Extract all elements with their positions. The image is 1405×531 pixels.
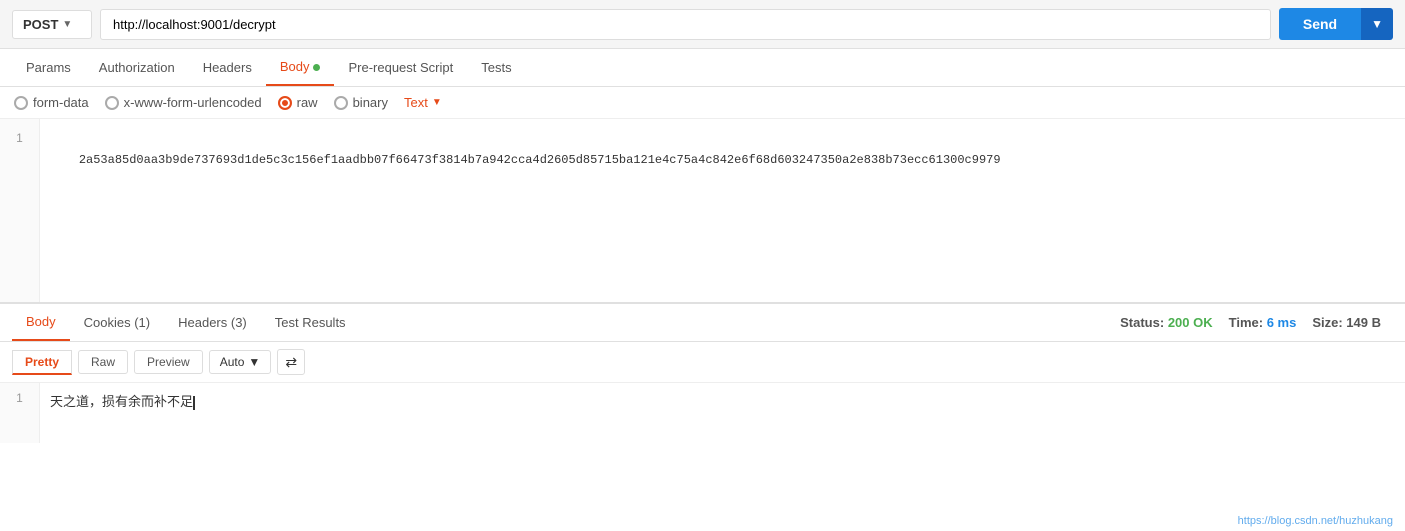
option-x-www-form-urlencoded[interactable]: x-www-form-urlencoded [105, 95, 262, 110]
response-toolbar: Pretty Raw Preview Auto ▼ ⇄ [0, 342, 1405, 383]
tab-body[interactable]: Body [266, 49, 335, 86]
watermark: https://blog.csdn.net/huzhukang [1238, 515, 1393, 527]
request-line-numbers: 1 [0, 119, 40, 302]
request-body-line1: 2a53a85d0aa3b9de737693d1de5c3c156ef1aadb… [79, 153, 1001, 167]
time-value: 6 ms [1267, 315, 1297, 330]
send-btn-group: Send ▼ [1279, 8, 1393, 40]
method-chevron-icon: ▼ [62, 19, 72, 30]
tab-params[interactable]: Params [12, 50, 85, 85]
option-form-data[interactable]: form-data [14, 95, 89, 110]
response-tabs-bar: Body Cookies (1) Headers (3) Test Result… [0, 304, 1405, 342]
resp-tab-headers[interactable]: Headers (3) [164, 305, 261, 340]
response-body-line1: 天之道，损有余而补不足 [50, 395, 193, 410]
time-label: Time: 6 ms [1229, 315, 1297, 330]
resp-line-num-1: 1 [0, 391, 39, 405]
text-format-dropdown[interactable]: Text ▼ [404, 95, 442, 110]
response-body-content: 天之道，损有余而补不足 [40, 383, 1405, 443]
top-bar: POST ▼ Send ▼ [0, 0, 1405, 49]
format-select[interactable]: Auto ▼ [209, 350, 272, 374]
wrap-button[interactable]: ⇄ [277, 349, 305, 375]
send-arrow-button[interactable]: ▼ [1361, 8, 1393, 40]
view-raw-button[interactable]: Raw [78, 350, 128, 374]
resp-tab-body[interactable]: Body [12, 304, 70, 341]
tab-tests[interactable]: Tests [467, 50, 525, 85]
radio-binary [334, 96, 348, 110]
status-label: Status: 200 OK [1120, 315, 1213, 330]
view-preview-button[interactable]: Preview [134, 350, 203, 374]
request-body-content[interactable]: 2a53a85d0aa3b9de737693d1de5c3c156ef1aadb… [40, 119, 1405, 302]
radio-x-www [105, 96, 119, 110]
send-button[interactable]: Send [1279, 8, 1361, 40]
response-line-numbers: 1 [0, 383, 40, 443]
request-body-editor[interactable]: 1 2a53a85d0aa3b9de737693d1de5c3c156ef1aa… [0, 119, 1405, 304]
response-output: 1 天之道，损有余而补不足 [0, 383, 1405, 443]
view-pretty-button[interactable]: Pretty [12, 350, 72, 375]
url-input[interactable] [100, 9, 1271, 40]
request-tabs: Params Authorization Headers Body Pre-re… [0, 49, 1405, 87]
tab-pre-request-script[interactable]: Pre-request Script [334, 50, 467, 85]
response-section: Body Cookies (1) Headers (3) Test Result… [0, 304, 1405, 443]
option-raw[interactable]: raw [278, 95, 318, 110]
size-value: 149 B [1346, 315, 1381, 330]
resp-tab-test-results[interactable]: Test Results [261, 305, 360, 340]
tab-authorization[interactable]: Authorization [85, 50, 189, 85]
status-value: 200 OK [1168, 315, 1213, 330]
radio-form-data [14, 96, 28, 110]
format-arrow-icon: ▼ [248, 355, 260, 369]
size-label: Size: 149 B [1312, 315, 1381, 330]
body-active-dot [313, 64, 320, 71]
text-dropdown-arrow-icon: ▼ [432, 97, 442, 108]
option-binary[interactable]: binary [334, 95, 388, 110]
radio-raw [278, 96, 292, 110]
resp-tab-cookies[interactable]: Cookies (1) [70, 305, 164, 340]
method-label: POST [23, 17, 58, 32]
line-num-1: 1 [0, 127, 39, 149]
method-select[interactable]: POST ▼ [12, 10, 92, 39]
tab-headers[interactable]: Headers [189, 50, 266, 85]
cursor [193, 395, 195, 410]
body-options: form-data x-www-form-urlencoded raw bina… [0, 87, 1405, 119]
response-meta: Status: 200 OK Time: 6 ms Size: 149 B [1120, 315, 1393, 330]
